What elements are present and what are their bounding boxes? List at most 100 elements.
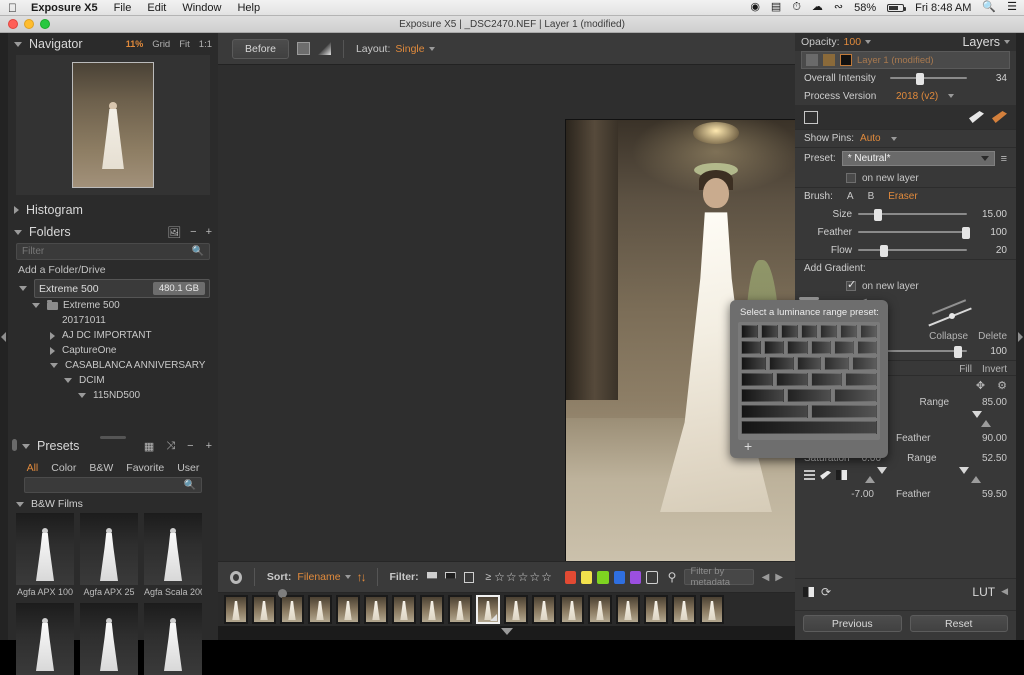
settings-gear-icon[interactable]	[230, 570, 243, 584]
luminance-preset-swatch[interactable]	[787, 389, 831, 402]
filmstrip-thumbnail[interactable]	[224, 595, 248, 624]
time-machine-icon[interactable]: ⏱	[792, 2, 801, 13]
luminance-preset-swatch[interactable]	[741, 325, 758, 338]
tab-favorite[interactable]: Favorite	[126, 462, 164, 474]
add-preset-button[interactable]: +	[206, 440, 212, 452]
remove-preset-button[interactable]: −	[187, 440, 193, 452]
luminance-preset-swatch[interactable]	[775, 373, 808, 386]
preset-item[interactable]: Agfa Scala 200	[144, 513, 202, 597]
opacity-value[interactable]: 100	[844, 36, 862, 48]
range-handle-right[interactable]	[972, 411, 983, 418]
folder-tree-item[interactable]: CaptureOne	[16, 343, 210, 358]
chevron-down-icon[interactable]	[948, 94, 955, 98]
preset-search-input[interactable]: 🔍	[24, 477, 202, 493]
left-panel-collapse-handle[interactable]	[0, 33, 8, 640]
tab-user[interactable]: User	[177, 462, 199, 474]
settings-gear-icon[interactable]: ⚙	[997, 379, 1007, 392]
bluetooth-icon[interactable]: ∾	[834, 2, 843, 13]
star-rating-filter[interactable]: ☆☆☆☆☆	[494, 570, 553, 584]
luminance-preset-swatch[interactable]	[810, 405, 877, 418]
chevron-down-icon[interactable]	[22, 443, 30, 449]
luminance-preset-swatch[interactable]	[860, 325, 878, 338]
slider-knob[interactable]	[879, 245, 888, 257]
slider-knob[interactable]	[874, 209, 883, 221]
notification-center-icon[interactable]: ☰	[1007, 2, 1017, 13]
slider-knob[interactable]	[954, 346, 963, 358]
chevron-right-icon[interactable]	[14, 206, 19, 214]
chevron-down-icon[interactable]	[64, 378, 72, 383]
sort-direction-icon[interactable]: ↑↓	[357, 570, 367, 584]
filmstrip-thumbnail[interactable]	[364, 595, 388, 624]
luminance-preset-swatch[interactable]	[820, 325, 838, 338]
preset-menu-icon[interactable]: ≡	[1001, 153, 1007, 165]
gradient-on-new-layer-checkbox[interactable]	[846, 278, 856, 291]
chevron-down-icon[interactable]	[14, 229, 22, 235]
folders-header[interactable]: Folders 🖼 − +	[8, 221, 218, 243]
filmstrip-thumbnail[interactable]	[308, 595, 332, 624]
filmstrip-thumbnail[interactable]	[252, 595, 276, 624]
navigator-header[interactable]: Navigator 11% Grid Fit 1:1	[8, 33, 218, 55]
chevron-down-icon[interactable]	[500, 628, 513, 635]
luminance-preset-swatch[interactable]	[810, 341, 831, 354]
overall-intensity-slider[interactable]	[890, 73, 967, 85]
chevron-down-icon[interactable]	[32, 303, 40, 308]
feather-handle-right[interactable]	[970, 476, 981, 483]
menu-item-help[interactable]: Help	[237, 2, 260, 14]
filmstrip-thumbnail[interactable]	[616, 595, 640, 624]
radial-gradient-icon[interactable]	[925, 299, 981, 329]
mask-icon[interactable]	[836, 470, 847, 480]
chevron-down-icon[interactable]	[428, 46, 435, 51]
chevron-down-icon[interactable]	[14, 41, 22, 47]
preset-item[interactable]	[80, 603, 138, 675]
folder-tree-item[interactable]: DCIM	[16, 373, 210, 388]
reset-button[interactable]: Reset	[909, 615, 1008, 632]
before-button[interactable]: Before	[232, 38, 289, 59]
folder-tree-item[interactable]: Extreme 500	[16, 298, 210, 313]
image-canvas[interactable]	[218, 65, 866, 571]
luminance-preset-swatch[interactable]	[796, 357, 822, 370]
filmstrip-thumbnail[interactable]	[420, 595, 444, 624]
navigator-preview[interactable]	[16, 55, 210, 195]
luminance-preset-swatch[interactable]	[764, 341, 785, 354]
chevron-down-icon[interactable]	[1004, 40, 1010, 44]
add-image-folder-icon[interactable]: 🖼	[167, 226, 181, 239]
slider-knob[interactable]	[961, 227, 970, 239]
luminance-preset-swatch[interactable]	[741, 421, 877, 434]
metadata-filter-input[interactable]: Filter by metadata	[684, 566, 754, 588]
luminance-preset-swatch[interactable]	[800, 325, 818, 338]
remove-folder-button[interactable]: −	[190, 226, 196, 238]
collapse-button[interactable]: Collapse	[929, 331, 968, 342]
color-label-blue[interactable]	[613, 570, 625, 584]
color-label-green[interactable]	[597, 570, 609, 584]
color-label-yellow[interactable]	[581, 570, 593, 584]
flag-rejected-icon[interactable]	[445, 571, 456, 583]
chevron-right-icon[interactable]	[50, 331, 55, 340]
navigator-mode-fit[interactable]: Fit	[179, 39, 190, 50]
soft-focus-icon[interactable]	[317, 42, 331, 55]
chevron-down-icon[interactable]	[16, 501, 24, 507]
navigator-mode-grid[interactable]: Grid	[152, 39, 170, 50]
preset-select[interactable]: * Neutral*	[841, 151, 995, 166]
folder-filter-input[interactable]: Filter 🔍	[16, 243, 210, 260]
filmstrip-thumbnail[interactable]	[700, 595, 724, 624]
camera-record-icon[interactable]: ◉	[750, 2, 760, 13]
add-folder-button[interactable]: +	[206, 226, 212, 238]
no-color-label-icon[interactable]	[646, 570, 658, 584]
eyedropper-icon[interactable]	[820, 470, 831, 480]
navigator-mode-1to1[interactable]: 1:1	[199, 39, 212, 50]
luminance-preset-swatch[interactable]	[760, 325, 778, 338]
brush-flow-slider[interactable]	[858, 245, 967, 257]
chevron-down-icon[interactable]	[865, 40, 872, 44]
preset-group-header[interactable]: B&W Films	[8, 493, 218, 513]
split-view-icon[interactable]	[296, 42, 310, 55]
wifi-icon[interactable]: ☁	[812, 2, 823, 13]
brush-feather-slider[interactable]	[858, 227, 970, 239]
next-arrow-icon[interactable]: ▶	[775, 572, 783, 583]
preset-item[interactable]	[144, 603, 202, 675]
spotlight-search-icon[interactable]: 🔍	[982, 2, 996, 13]
tab-bw[interactable]: B&W	[89, 462, 113, 474]
folder-tree-item[interactable]: AJ DC IMPORTANT	[16, 328, 210, 343]
invert-button[interactable]: Invert	[982, 364, 1007, 375]
chevron-down-icon[interactable]	[344, 575, 351, 579]
luminance-preset-swatch[interactable]	[833, 341, 854, 354]
